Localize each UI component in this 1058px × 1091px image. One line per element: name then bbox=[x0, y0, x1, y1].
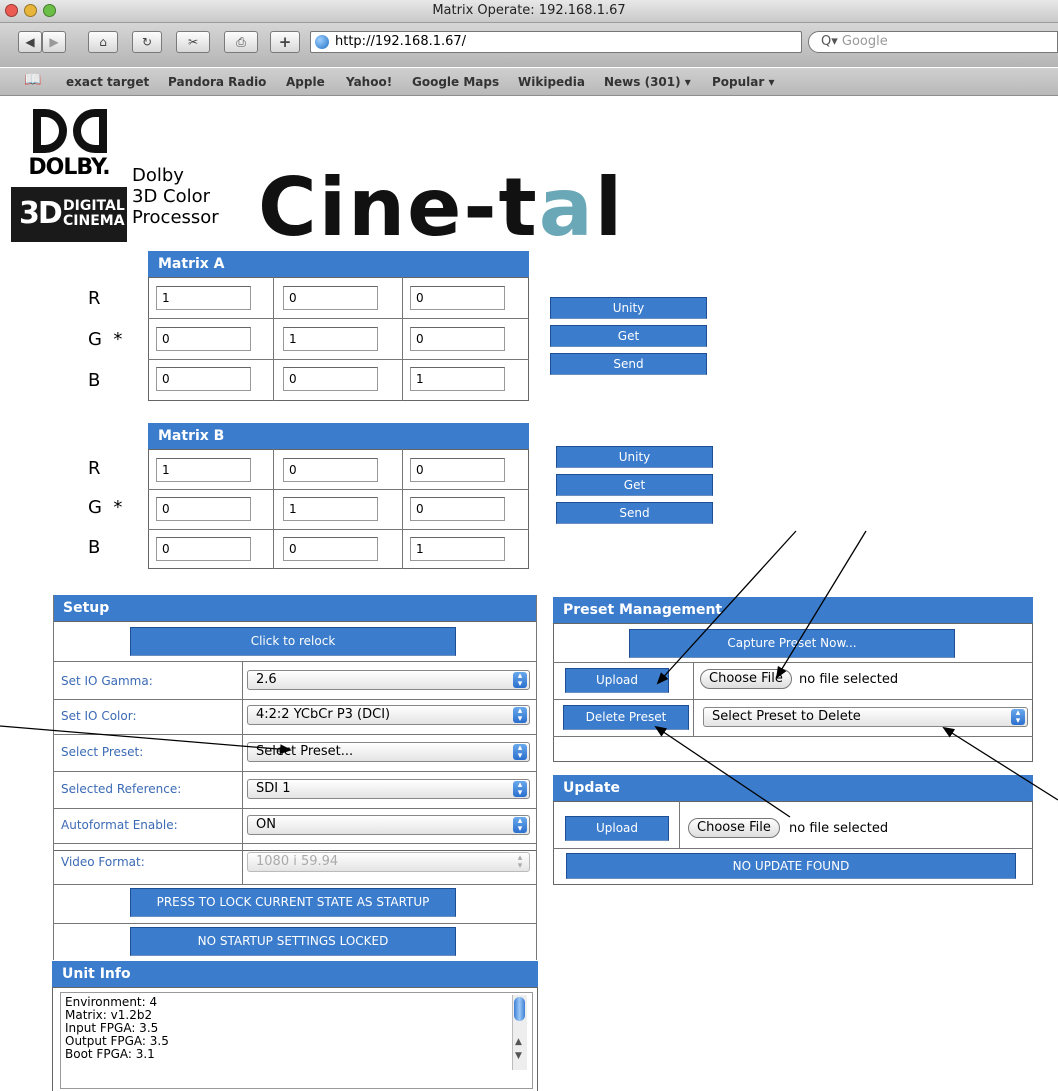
annotation-arrows bbox=[0, 530, 1058, 818]
annotation-arrow bbox=[654, 725, 791, 818]
annotation-arrow bbox=[656, 530, 797, 685]
annotation-arrow bbox=[775, 530, 867, 679]
annotation-arrow bbox=[942, 726, 1058, 801]
annotation-arrow bbox=[0, 725, 292, 755]
